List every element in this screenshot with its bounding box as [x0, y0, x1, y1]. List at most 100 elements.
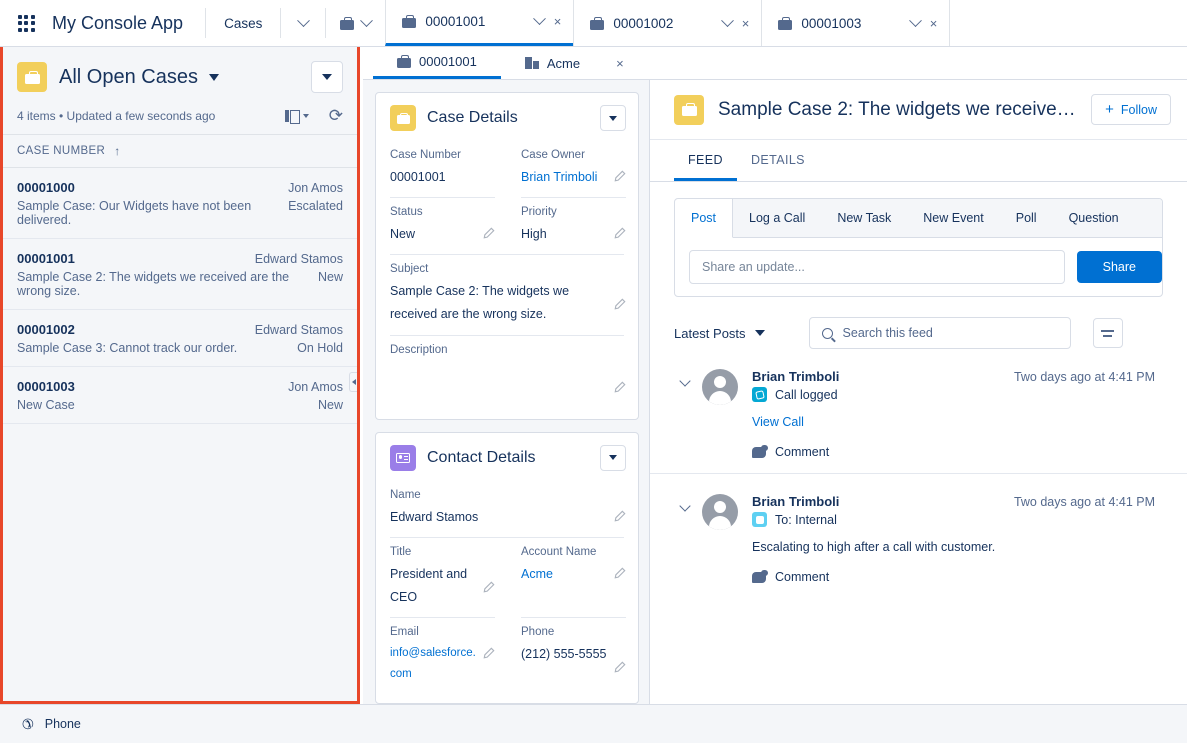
pencil-icon[interactable] — [613, 661, 626, 674]
pencil-icon[interactable] — [613, 381, 626, 394]
case-briefcase-icon — [397, 55, 411, 68]
publisher-tab-poll[interactable]: Poll — [1000, 199, 1053, 237]
comment-bubble-icon — [752, 447, 766, 458]
search-input[interactable] — [843, 326, 1058, 340]
field-email: Email info@salesforce.com — [376, 618, 507, 694]
pencil-icon[interactable] — [482, 581, 495, 594]
publisher-tab-bar: Post Log a Call New Task New Event Poll … — [675, 199, 1162, 238]
comment-label: Comment — [775, 445, 829, 459]
close-icon[interactable]: × — [554, 15, 562, 28]
publisher-tab-post[interactable]: Post — [675, 199, 733, 238]
feed-post: Brian Trimboli Two days ago at 4:41 PM T… — [650, 474, 1187, 598]
tab-feed[interactable]: FEED — [674, 140, 737, 181]
pencil-icon[interactable] — [613, 298, 626, 311]
feed-filter-icon[interactable] — [1093, 318, 1123, 348]
comment-action[interactable]: Comment — [752, 445, 1155, 459]
field-title: Title President and CEO — [376, 538, 507, 617]
list-item[interactable]: 00001001 Edward Stamos Sample Case 2: Th… — [3, 239, 357, 310]
close-icon[interactable]: × — [616, 57, 624, 70]
chevron-down-icon[interactable] — [721, 14, 734, 27]
case-owner: Jon Amos — [288, 380, 343, 394]
feed-sort-selector[interactable]: Latest Posts — [674, 326, 765, 341]
list-column-header-case-number[interactable]: CASE NUMBER ↑ — [3, 134, 357, 168]
object-tab-button[interactable] — [326, 0, 385, 46]
console-tab-00001001[interactable]: 00001001 × — [385, 0, 573, 46]
chevron-down-icon — [303, 114, 309, 118]
tab-details[interactable]: DETAILS — [737, 140, 819, 181]
refresh-icon[interactable]: ⟳ — [329, 107, 343, 124]
sort-ascending-icon: ↑ — [114, 144, 120, 158]
details-column: Case Details Case Number 00001001 Case O… — [363, 80, 649, 704]
field-label: Case Number — [390, 149, 495, 161]
list-view-menu-button[interactable] — [311, 61, 343, 93]
field-value[interactable]: info@salesforce.com — [390, 643, 476, 686]
post-input[interactable] — [689, 250, 1065, 284]
field-label: Description — [390, 344, 626, 356]
pencil-icon[interactable] — [613, 567, 626, 580]
avatar — [702, 494, 738, 530]
app-launcher-icon[interactable] — [0, 0, 52, 46]
publisher-tab-new-event[interactable]: New Event — [907, 199, 999, 237]
publisher-tab-question[interactable]: Question — [1053, 199, 1135, 237]
nav-overflow-button[interactable] — [281, 0, 325, 46]
console-tab-00001002[interactable]: 00001002 × — [573, 0, 761, 46]
sub-tab-acme[interactable]: Acme × — [501, 47, 648, 79]
collapse-panel-icon[interactable] — [349, 372, 358, 392]
list-item[interactable]: 00001003 Jon Amos New Case New — [3, 367, 357, 424]
pencil-icon[interactable] — [613, 170, 626, 183]
display-as-button[interactable] — [285, 110, 309, 122]
console-tab-00001003[interactable]: 00001003 × — [761, 0, 949, 46]
share-button[interactable]: Share — [1077, 251, 1162, 283]
feed-controls: Latest Posts — [650, 297, 1187, 349]
view-call-link[interactable]: View Call — [752, 415, 1155, 429]
chevron-down-icon — [297, 14, 310, 27]
post-collapse-chevron-down-icon[interactable] — [674, 369, 696, 459]
case-status: Escalated — [280, 199, 343, 213]
post-collapse-chevron-down-icon[interactable] — [674, 494, 696, 584]
close-icon[interactable]: × — [930, 17, 938, 30]
list-view-selector-chevron-down-icon[interactable] — [209, 74, 219, 81]
case-number: 00001003 — [17, 379, 75, 394]
feed-search-box[interactable] — [809, 317, 1071, 349]
publisher-tab-log-a-call[interactable]: Log a Call — [733, 199, 821, 237]
post-author[interactable]: Brian Trimboli — [752, 369, 839, 384]
plus-icon: + — [1105, 102, 1114, 117]
chevron-down-icon — [609, 455, 617, 460]
field-label: Case Owner — [521, 149, 626, 161]
chevron-down-icon[interactable] — [533, 12, 546, 25]
post-meta-label: Call logged — [775, 388, 838, 402]
pencil-icon[interactable] — [613, 227, 626, 240]
chevron-down-icon[interactable] — [909, 14, 922, 27]
feed-post: Brian Trimboli Two days ago at 4:41 PM C… — [650, 349, 1187, 474]
post-body: Escalating to high after a call with cus… — [752, 540, 1155, 554]
card-collapse-button[interactable] — [600, 105, 626, 131]
field-value: Edward Stamos — [390, 506, 607, 529]
comment-action[interactable]: Comment — [752, 570, 1155, 584]
page-title: Sample Case 2: The widgets we received a… — [718, 99, 1079, 121]
pencil-icon[interactable] — [482, 227, 495, 240]
utility-item-phone[interactable]: ✆ Phone — [12, 716, 91, 733]
table-display-icon — [285, 110, 298, 122]
comment-bubble-icon — [752, 572, 766, 583]
follow-button[interactable]: + Follow — [1091, 94, 1171, 125]
sub-tab-00001001[interactable]: 00001001 — [373, 47, 501, 79]
case-field-row-2: Status New Priority High — [376, 198, 638, 254]
nav-item-cases[interactable]: Cases — [206, 0, 280, 46]
publisher-tab-new-task[interactable]: New Task — [821, 199, 907, 237]
utility-item-label: Phone — [45, 717, 81, 731]
record-feed-column: Sample Case 2: The widgets we received a… — [649, 80, 1187, 704]
field-value[interactable]: Acme — [521, 563, 607, 586]
list-item[interactable]: 00001002 Edward Stamos Sample Case 3: Ca… — [3, 310, 357, 367]
case-number: 00001000 — [17, 180, 75, 195]
pencil-icon[interactable] — [613, 510, 626, 523]
case-field-row-3: Subject Sample Case 2: The widgets we re… — [376, 255, 638, 334]
close-icon[interactable]: × — [742, 17, 750, 30]
pencil-icon[interactable] — [482, 647, 495, 660]
card-collapse-button[interactable] — [600, 445, 626, 471]
case-field-row-1: Case Number 00001001 Case Owner Brian Tr… — [376, 141, 638, 197]
console-tab-label: 00001001 — [425, 14, 525, 29]
field-priority: Priority High — [507, 198, 638, 254]
field-value[interactable]: Brian Trimboli — [521, 166, 607, 189]
post-author[interactable]: Brian Trimboli — [752, 494, 839, 509]
list-item[interactable]: 00001000 Jon Amos Sample Case: Our Widge… — [3, 168, 357, 239]
